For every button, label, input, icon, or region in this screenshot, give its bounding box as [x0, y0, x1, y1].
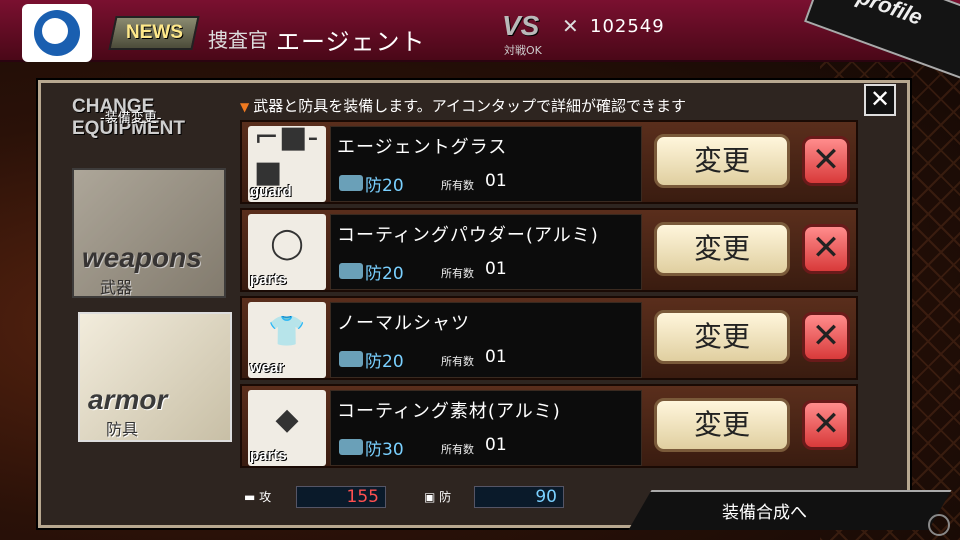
owned-label: 所有数: [441, 179, 474, 192]
news-button[interactable]: NEWS: [108, 16, 200, 50]
tab-weapons-jp: 武器: [100, 278, 133, 297]
tab-weapons-en: weapons: [82, 242, 202, 273]
item-thumbnail[interactable]: ◯ parts: [248, 214, 326, 290]
armor-icon: [339, 175, 363, 191]
game-screen: NEWS 捜査官 エージェント VS 対戦OK ✕ 102549 profile…: [0, 0, 960, 540]
attack-label: 攻: [259, 490, 272, 504]
watermark-icon: [928, 514, 950, 536]
item-name: コーティングパウダー(アルミ): [337, 225, 599, 246]
item-info: コーティング素材(アルミ) 防30 所有数 01: [330, 390, 642, 466]
owned-label: 所有数: [441, 443, 474, 456]
owned-count: 01: [485, 347, 507, 367]
remove-button[interactable]: ✕: [802, 312, 850, 362]
change-button[interactable]: 変更: [654, 134, 790, 188]
instruction-text: ▼ 武器と防具を装備します。アイコンタップで詳細が確認できます: [240, 95, 686, 116]
item-thumbnail[interactable]: ◆ parts: [248, 390, 326, 466]
owned-label: 所有数: [441, 267, 474, 280]
item-category: parts: [250, 447, 287, 464]
item-category: wear: [250, 359, 285, 376]
player-name: エージェント: [276, 28, 426, 56]
remove-button[interactable]: ✕: [802, 400, 850, 450]
owned-count: 01: [485, 259, 507, 279]
item-defense: 防20: [365, 176, 404, 196]
item-thumbnail[interactable]: 👕 wear: [248, 302, 326, 378]
close-button[interactable]: ✕: [864, 84, 896, 116]
item-category: guard: [250, 183, 292, 200]
news-label: NEWS: [125, 22, 183, 43]
profile-label: profile: [854, 0, 926, 30]
attack-icon: ▬ 攻: [244, 490, 272, 504]
equipment-row: ⌐■-■ guard エージェントグラス 防20 所有数 01 変更 ✕: [240, 120, 858, 204]
shirt-icon: 👕: [268, 313, 306, 349]
item-defense: 防20: [365, 264, 404, 284]
equipment-row: ◆ parts コーティング素材(アルミ) 防30 所有数 01 変更 ✕: [240, 384, 858, 468]
top-bar: NEWS 捜査官 エージェント VS 対戦OK ✕ 102549 profile: [0, 0, 960, 91]
triangle-icon: ▼: [240, 100, 250, 114]
defense-value: 90: [474, 486, 564, 508]
armor-icon: [339, 263, 363, 279]
crossed-swords-icon: ✕: [562, 14, 579, 38]
item-name: エージェントグラス: [337, 137, 508, 158]
armor-icon: [339, 351, 363, 367]
metal-chunk-icon: ◆: [275, 401, 299, 437]
item-defense: 防20: [365, 352, 404, 372]
defense-icon: ▣ 防: [424, 490, 452, 504]
item-info: コーティングパウダー(アルミ) 防20 所有数 01: [330, 214, 642, 290]
item-name: コーティング素材(アルミ): [337, 401, 561, 422]
tab-armor[interactable]: armor 防具: [78, 312, 232, 442]
owned-label: 所有数: [441, 355, 474, 368]
app-logo-icon[interactable]: [22, 4, 92, 62]
panel-subtitle: -装備変更-: [100, 111, 162, 126]
change-button[interactable]: 変更: [654, 222, 790, 276]
player-rank: 捜査官: [208, 28, 268, 52]
change-button[interactable]: 変更: [654, 310, 790, 364]
sunglasses-icon: ⌐■-■: [254, 120, 319, 190]
powder-bowl-icon: ◯: [270, 225, 304, 261]
owned-count: 01: [485, 435, 507, 455]
battle-points: 102549: [590, 16, 665, 37]
armor-icon: [339, 439, 363, 455]
tab-weapons[interactable]: weapons 武器: [72, 168, 226, 298]
remove-button[interactable]: ✕: [802, 136, 850, 186]
equipment-row: ◯ parts コーティングパウダー(アルミ) 防20 所有数 01 変更 ✕: [240, 208, 858, 292]
tab-armor-en: armor: [88, 384, 168, 415]
tab-armor-jp: 防具: [106, 420, 139, 439]
item-info: エージェントグラス 防20 所有数 01: [330, 126, 642, 202]
owned-count: 01: [485, 171, 507, 191]
defense-label: 防: [439, 490, 452, 504]
vs-badge[interactable]: VS: [502, 10, 539, 42]
remove-button[interactable]: ✕: [802, 224, 850, 274]
item-name: ノーマルシャツ: [337, 313, 470, 334]
equipment-row: 👕 wear ノーマルシャツ 防20 所有数 01 変更 ✕: [240, 296, 858, 380]
item-defense: 防30: [365, 440, 404, 460]
attack-value: 155: [296, 486, 386, 508]
instruction-label: 武器と防具を装備します。アイコンタップで詳細が確認できます: [253, 97, 686, 115]
item-category: parts: [250, 271, 287, 288]
change-button[interactable]: 変更: [654, 398, 790, 452]
synthesis-label[interactable]: 装備合成へ: [722, 498, 807, 523]
item-info: ノーマルシャツ 防20 所有数 01: [330, 302, 642, 378]
item-thumbnail[interactable]: ⌐■-■ guard: [248, 120, 326, 202]
vs-status: 対戦OK: [504, 44, 542, 57]
